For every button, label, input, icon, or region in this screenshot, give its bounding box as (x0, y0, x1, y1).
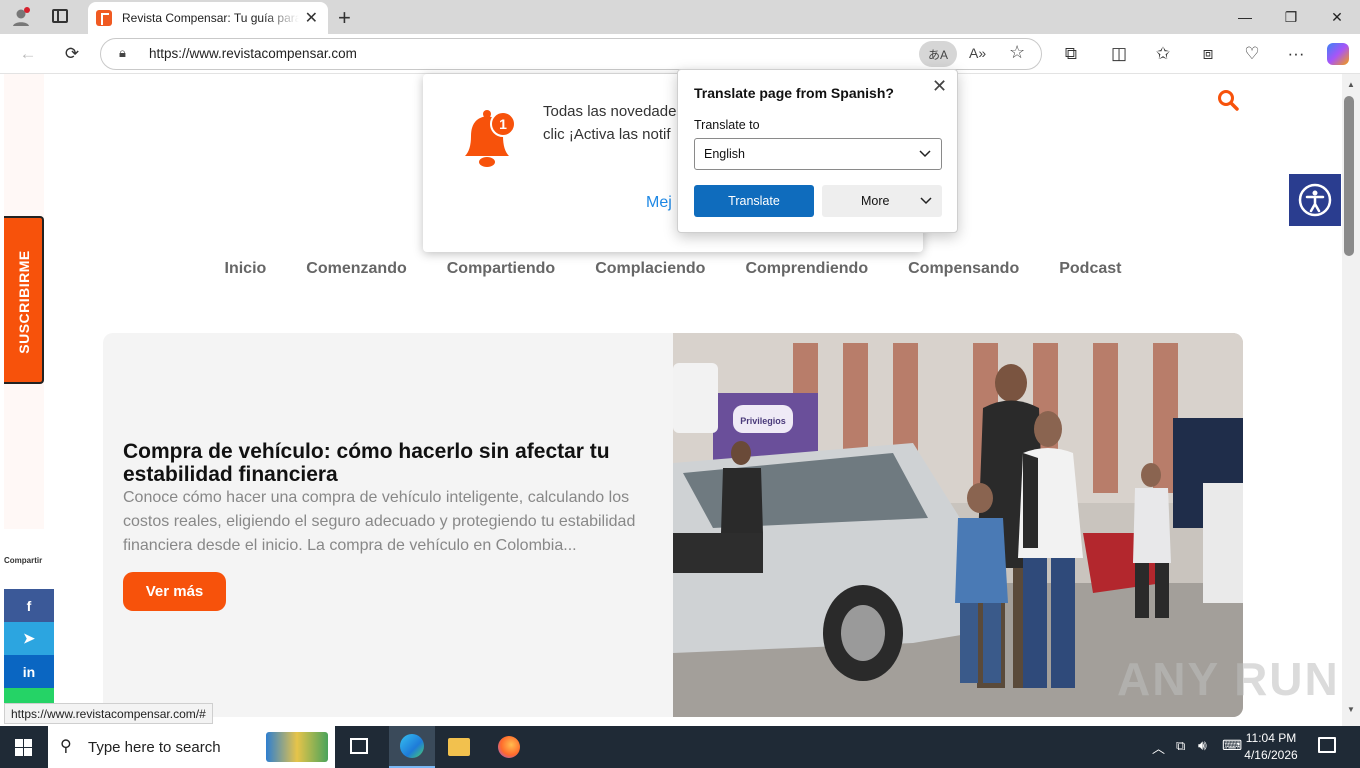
nav-item-comenzando[interactable]: Comenzando (306, 260, 406, 278)
translate-button[interactable]: Translate (694, 185, 814, 217)
tab-close-icon[interactable]: ✕ (305, 8, 318, 28)
notification-text-line2: clic ¡Activa las notif (543, 126, 671, 143)
search-icon[interactable] (1216, 88, 1240, 112)
split-screen-icon[interactable]: ◫ (1103, 38, 1135, 70)
task-view-icon[interactable] (350, 738, 368, 754)
search-icon: ⚲ (60, 738, 72, 755)
article-title[interactable]: Compra de vehículo: cómo hacerlo sin afe… (123, 440, 643, 486)
facebook-icon[interactable]: f (4, 589, 54, 622)
nav-item-comprendiendo[interactable]: Comprendiendo (745, 260, 868, 278)
main-nav: Inicio Comenzando Compartiendo Complacie… (4, 260, 1342, 278)
url-text[interactable]: https://www.revistacompensar.com (149, 46, 357, 61)
nav-item-compensando[interactable]: Compensando (908, 260, 1019, 278)
copilot-icon[interactable] (1327, 43, 1349, 65)
more-label: More (861, 194, 890, 208)
accessibility-button[interactable] (1289, 174, 1341, 226)
minimize-icon[interactable]: — (1222, 0, 1268, 34)
chevron-down-icon (920, 197, 932, 205)
translate-title: Translate page from Spanish? (694, 85, 894, 101)
clock-date: 4/16/2026 (1244, 748, 1298, 762)
site-favicon-icon (96, 10, 112, 26)
show-hidden-icons-icon[interactable]: ︿ (1152, 738, 1165, 757)
telegram-icon[interactable]: ➤ (4, 622, 54, 655)
edge-taskbar-icon[interactable] (389, 726, 435, 768)
subscribe-tab-button[interactable]: SUSCRIBIRME (4, 216, 44, 384)
tab-title: Revista Compensar: Tu guía para ahorrar (122, 11, 299, 25)
favorite-star-icon[interactable]: ☆ (1009, 42, 1025, 63)
tab-active[interactable]: Revista Compensar: Tu guía para ahorrar … (88, 2, 328, 34)
profile-icon[interactable] (10, 6, 32, 28)
taskbar: ⚲ Type here to search ︿ ⧉ 🔊︎ ⌨ 11:04 PM … (0, 726, 1360, 768)
nav-item-complaciendo[interactable]: Complaciendo (595, 260, 705, 278)
file-explorer-icon[interactable] (448, 738, 470, 756)
close-icon[interactable]: ✕ (932, 76, 947, 97)
volume-icon[interactable]: 🔊︎ (1198, 737, 1207, 754)
read-more-button[interactable]: Ver más (123, 572, 226, 611)
scroll-up-icon[interactable]: ▲ (1347, 80, 1355, 89)
settings-more-icon[interactable]: ··· (1280, 38, 1312, 70)
browser-essentials-icon[interactable]: ♡ (1236, 38, 1268, 70)
article-excerpt: Conoce cómo hacer una compra de vehículo… (123, 489, 636, 554)
tab-actions-icon[interactable] (52, 9, 68, 23)
taskbar-clock[interactable]: 11:04 PM 4/16/2026 (1238, 730, 1304, 764)
collections-icon[interactable]: ⧈ (1192, 38, 1224, 70)
nav-item-podcast[interactable]: Podcast (1059, 260, 1121, 278)
notification-badge-count: 1 (499, 116, 507, 132)
tab-bar: Revista Compensar: Tu guía para ahorrar … (0, 0, 1360, 34)
taskbar-search-placeholder: Type here to search (88, 738, 221, 756)
windows-start-icon[interactable] (15, 739, 32, 756)
share-label: Compartir (4, 556, 43, 565)
notification-text: Todas las novedades clic ¡Activa las not… (543, 100, 683, 146)
search-highlight-icon (266, 732, 328, 762)
more-options-button[interactable]: More (822, 185, 942, 217)
notification-text-line1: Todas las novedades (543, 103, 683, 120)
clock-time: 11:04 PM (1245, 731, 1297, 745)
scrollbar-thumb[interactable] (1344, 96, 1354, 256)
chevron-down-icon (919, 150, 931, 158)
nav-item-inicio[interactable]: Inicio (225, 260, 267, 278)
firefox-icon[interactable] (498, 736, 520, 758)
photo-sign-text: Privilegios (740, 416, 786, 426)
nav-item-compartiendo[interactable]: Compartiendo (447, 260, 555, 278)
status-url: https://www.revistacompensar.com/# (4, 703, 213, 724)
translate-popup: Translate page from Spanish? ✕ Translate… (677, 69, 958, 233)
scroll-down-icon[interactable]: ▼ (1347, 705, 1355, 714)
address-bar[interactable]: 🔒︎ https://www.revistacompensar.com あA A… (100, 38, 1042, 70)
notification-later-link[interactable]: Mej (646, 194, 672, 212)
favorites-icon[interactable]: ✩ (1147, 38, 1179, 70)
refresh-icon[interactable]: ⟳ (56, 38, 88, 70)
watermark: ANY RUN (1117, 653, 1340, 705)
translate-to-label: Translate to (694, 118, 760, 132)
language-select[interactable]: English (694, 138, 942, 170)
restore-icon[interactable]: ❐ (1268, 0, 1314, 34)
new-tab-icon[interactable]: + (338, 5, 351, 31)
back-icon[interactable]: ← (12, 38, 44, 70)
taskbar-search-input[interactable]: ⚲ Type here to search (48, 726, 335, 768)
selected-language: English (704, 147, 745, 161)
notifications-icon[interactable] (1318, 737, 1336, 753)
read-aloud-icon[interactable]: A» (969, 45, 986, 61)
translate-icon[interactable]: あA (919, 41, 957, 67)
network-icon[interactable]: ⧉ (1176, 738, 1185, 754)
featured-article-card: Compra de vehículo: cómo hacerlo sin afe… (103, 333, 1243, 717)
bell-icon: 1 (465, 110, 516, 167)
linkedin-icon[interactable]: in (4, 655, 54, 688)
accessibility-icon (1298, 183, 1332, 217)
lock-icon[interactable]: 🔒︎ (119, 45, 126, 61)
close-window-icon[interactable]: ✕ (1314, 0, 1360, 34)
extensions-icon[interactable]: ⧉ (1055, 38, 1087, 70)
